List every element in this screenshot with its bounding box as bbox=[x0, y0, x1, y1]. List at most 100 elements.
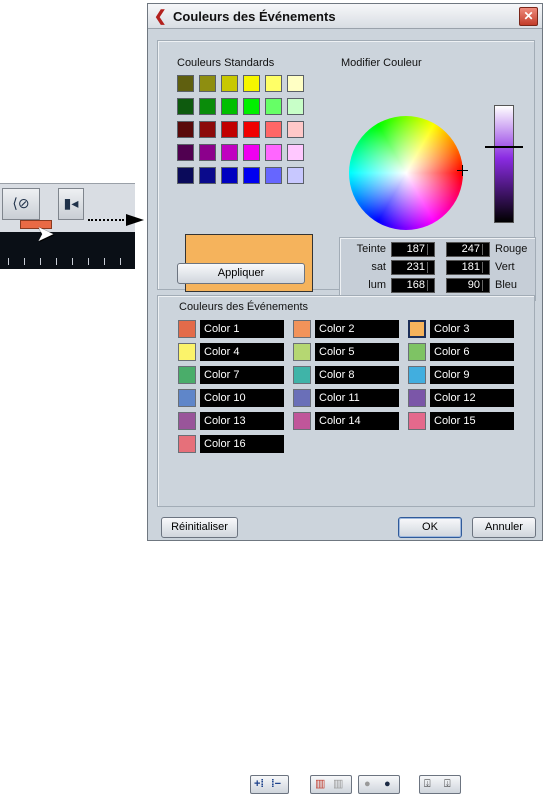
standard-color-swatch[interactable] bbox=[287, 144, 304, 161]
sat-field[interactable]: 231 bbox=[391, 260, 435, 275]
tool-button[interactable]: ▮◂ bbox=[58, 188, 84, 220]
standard-color-swatch[interactable] bbox=[221, 167, 238, 184]
event-color-swatch[interactable] bbox=[293, 412, 311, 430]
standard-color-swatch[interactable] bbox=[243, 144, 260, 161]
blue-spinner-icon[interactable] bbox=[482, 280, 488, 291]
event-colors-dialog: ❮ Couleurs des Événements ✕ Couleurs Sta… bbox=[147, 3, 543, 794]
event-color-swatch[interactable] bbox=[293, 366, 311, 384]
event-color-swatch[interactable] bbox=[293, 343, 311, 361]
palette-gray-icon[interactable]: ▥ bbox=[333, 778, 343, 791]
event-color-swatch[interactable] bbox=[178, 343, 196, 361]
ruler bbox=[0, 232, 135, 269]
event-color-name[interactable]: Color 15 bbox=[430, 412, 514, 430]
standard-color-swatch[interactable] bbox=[221, 121, 238, 138]
ok-button[interactable]: OK bbox=[398, 517, 462, 538]
event-color-name[interactable]: Color 2 bbox=[315, 320, 399, 338]
standard-color-swatch[interactable] bbox=[243, 98, 260, 115]
standard-color-swatch[interactable] bbox=[199, 167, 216, 184]
add-remove-tools: +⁞ ⁞− bbox=[250, 775, 289, 794]
event-color-name[interactable]: Color 6 bbox=[430, 343, 514, 361]
green-field[interactable]: 181 bbox=[446, 260, 490, 275]
standard-color-swatch[interactable] bbox=[243, 167, 260, 184]
event-color-name[interactable]: Color 11 bbox=[315, 389, 399, 407]
red-spinner-icon[interactable] bbox=[482, 244, 488, 255]
event-color-name[interactable]: Color 8 bbox=[315, 366, 399, 384]
standard-color-swatch[interactable] bbox=[287, 121, 304, 138]
standard-color-swatch[interactable] bbox=[287, 167, 304, 184]
dot-dark-icon[interactable]: ● bbox=[384, 778, 391, 791]
standard-color-swatch[interactable] bbox=[221, 75, 238, 92]
standard-color-swatch[interactable] bbox=[265, 121, 282, 138]
standard-color-swatch[interactable] bbox=[265, 167, 282, 184]
luminance-slider[interactable] bbox=[494, 105, 514, 223]
standard-color-swatch[interactable] bbox=[177, 75, 194, 92]
event-color-swatch[interactable] bbox=[178, 412, 196, 430]
color-wheel-cursor[interactable] bbox=[457, 165, 468, 176]
event-color-name[interactable]: Color 10 bbox=[200, 389, 284, 407]
load-preset-icon[interactable]: ⍗ bbox=[444, 778, 451, 791]
lum-spinner-icon[interactable] bbox=[427, 280, 433, 291]
standard-color-swatch[interactable] bbox=[265, 144, 282, 161]
reset-button[interactable]: Réinitialiser bbox=[161, 517, 238, 538]
hue-spinner-icon[interactable] bbox=[427, 244, 433, 255]
standard-color-swatch[interactable] bbox=[221, 98, 238, 115]
red-field[interactable]: 247 bbox=[446, 242, 490, 257]
standard-color-swatch[interactable] bbox=[287, 98, 304, 115]
standard-color-swatch[interactable] bbox=[199, 121, 216, 138]
event-color-name[interactable]: Color 5 bbox=[315, 343, 399, 361]
event-color-swatch[interactable] bbox=[293, 320, 311, 338]
event-color-swatch[interactable] bbox=[408, 343, 426, 361]
green-spinner-icon[interactable] bbox=[482, 262, 488, 273]
event-color-name[interactable]: Color 13 bbox=[200, 412, 284, 430]
dot-light-icon[interactable]: ● bbox=[364, 778, 371, 791]
color-wheel[interactable] bbox=[349, 116, 463, 230]
standard-color-swatch[interactable] bbox=[221, 144, 238, 161]
luminance-slider-handle[interactable] bbox=[485, 146, 523, 148]
standard-color-swatch[interactable] bbox=[177, 98, 194, 115]
hue-field[interactable]: 187 bbox=[391, 242, 435, 257]
add-color-icon[interactable]: +⁞ bbox=[254, 778, 264, 791]
event-color-name[interactable]: Color 7 bbox=[200, 366, 284, 384]
standard-color-swatch[interactable] bbox=[265, 98, 282, 115]
standard-color-swatch[interactable] bbox=[177, 121, 194, 138]
standard-color-swatch[interactable] bbox=[199, 144, 216, 161]
standard-color-swatch[interactable] bbox=[199, 98, 216, 115]
event-colors-panel: Couleurs des Événements Color 1 Color 2 Co… bbox=[157, 295, 535, 794]
remove-color-icon[interactable]: ⁞− bbox=[271, 778, 281, 791]
event-color-swatch[interactable] bbox=[178, 366, 196, 384]
palette-icon[interactable]: ▥ bbox=[315, 778, 325, 791]
event-color-name[interactable]: Color 16 bbox=[200, 435, 284, 453]
event-color-name[interactable]: Color 14 bbox=[315, 412, 399, 430]
blue-field[interactable]: 90 bbox=[446, 278, 490, 293]
sat-spinner-icon[interactable] bbox=[427, 262, 433, 273]
event-color-swatch[interactable] bbox=[178, 435, 196, 453]
standard-color-swatch[interactable] bbox=[243, 121, 260, 138]
event-color-swatch[interactable] bbox=[408, 389, 426, 407]
color-tool-button[interactable]: ⟨⊘ bbox=[2, 188, 40, 220]
event-color-name[interactable]: Color 1 bbox=[200, 320, 284, 338]
standard-color-swatch[interactable] bbox=[177, 167, 194, 184]
event-color-swatch[interactable] bbox=[178, 389, 196, 407]
save-preset-icon[interactable]: ⍗ bbox=[424, 778, 431, 791]
event-color-name[interactable]: Color 3 bbox=[430, 320, 514, 338]
event-color-name[interactable]: Color 4 bbox=[200, 343, 284, 361]
lum-field[interactable]: 168 bbox=[391, 278, 435, 293]
standard-color-swatch[interactable] bbox=[287, 75, 304, 92]
event-color-swatch[interactable] bbox=[408, 320, 426, 338]
standard-color-swatch[interactable] bbox=[177, 144, 194, 161]
event-color-name[interactable]: Color 12 bbox=[430, 389, 514, 407]
cancel-button[interactable]: Annuler bbox=[472, 517, 536, 538]
close-button[interactable]: ✕ bbox=[519, 7, 538, 26]
event-color-name[interactable]: Color 9 bbox=[430, 366, 514, 384]
standard-color-swatch[interactable] bbox=[199, 75, 216, 92]
modify-color-label: Modifier Couleur bbox=[341, 57, 422, 69]
event-color-swatch[interactable] bbox=[408, 412, 426, 430]
lum-label: lum bbox=[368, 279, 386, 291]
event-color-swatch[interactable] bbox=[408, 366, 426, 384]
apply-button[interactable]: Appliquer bbox=[177, 263, 305, 284]
event-color-swatch[interactable] bbox=[293, 389, 311, 407]
standard-color-swatch[interactable] bbox=[265, 75, 282, 92]
event-color-swatch[interactable] bbox=[178, 320, 196, 338]
split-icon: ▮◂ bbox=[63, 195, 79, 211]
standard-color-swatch[interactable] bbox=[243, 75, 260, 92]
